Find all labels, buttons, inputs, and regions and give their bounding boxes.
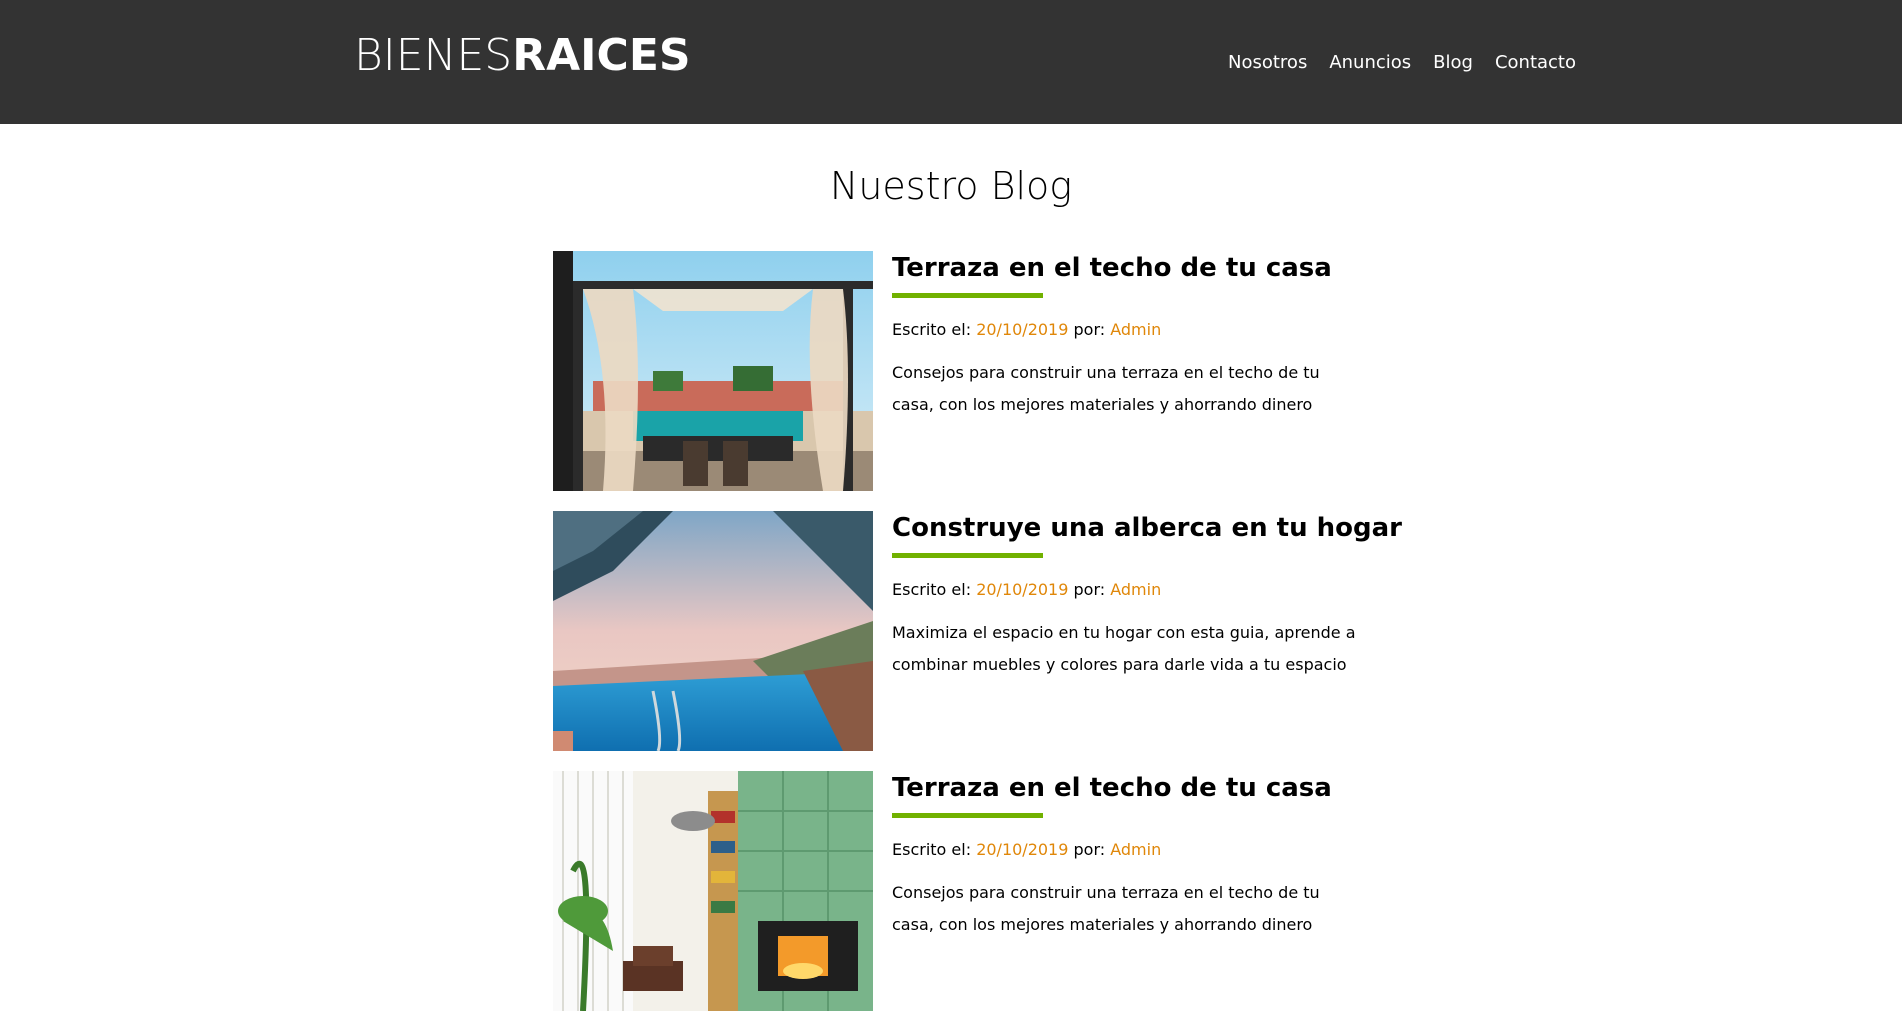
post-author: Admin [1110,840,1162,859]
written-label: Escrito el: [892,840,972,859]
nav-link-nosotros[interactable]: Nosotros [1228,52,1307,73]
post-meta: Escrito el: 20/10/2019 por: Admin [892,320,1362,339]
post-thumbnail-rooftop-terrace[interactable] [553,251,873,491]
nav-link-blog[interactable]: Blog [1433,52,1473,73]
site-logo[interactable]: BIENESRAICES [354,30,691,81]
blog-post: Terraza en el techo de tu casa Escrito e… [553,251,1353,511]
post-title[interactable]: Terraza en el techo de tu casa [892,773,1362,803]
post-content: Construye una alberca en tu hogar Escrit… [892,511,1402,681]
post-author: Admin [1110,580,1162,599]
rooftop-terrace-image [553,251,873,491]
post-thumbnail-infinity-pool[interactable] [553,511,873,751]
title-underline [892,293,1043,298]
post-date: 20/10/2019 [976,840,1069,859]
logo-thin-text: BIENES [354,30,513,81]
post-date: 20/10/2019 [976,580,1069,599]
post-thumbnail-living-room[interactable] [553,771,873,1011]
by-label: por: [1073,320,1106,339]
site-header: BIENESRAICES Nosotros Anuncios Blog Cont… [0,0,1902,124]
nav-link-anuncios[interactable]: Anuncios [1329,52,1411,73]
post-excerpt: Consejos para construir una terraza en e… [892,363,1320,414]
page-title: Nuestro Blog [829,164,1073,208]
logo-bold-text: RAICES [512,30,691,81]
post-meta: Escrito el: 20/10/2019 por: Admin [892,840,1362,859]
title-underline [892,553,1043,558]
post-date: 20/10/2019 [976,320,1069,339]
title-underline [892,813,1043,818]
nav-link-contacto[interactable]: Contacto [1495,52,1576,73]
by-label: por: [1073,840,1106,859]
post-title[interactable]: Construye una alberca en tu hogar [892,513,1402,543]
post-title[interactable]: Terraza en el techo de tu casa [892,253,1362,283]
by-label: por: [1073,580,1106,599]
post-author: Admin [1110,320,1162,339]
post-excerpt: Consejos para construir una terraza en e… [892,883,1320,934]
main-nav: Nosotros Anuncios Blog Contacto [1228,52,1576,73]
written-label: Escrito el: [892,320,972,339]
written-label: Escrito el: [892,580,972,599]
post-excerpt: Maximiza el espacio en tu hogar con esta… [892,623,1356,674]
blog-post: Construye una alberca en tu hogar Escrit… [553,511,1402,771]
post-content: Terraza en el techo de tu casa Escrito e… [892,771,1362,941]
post-meta: Escrito el: 20/10/2019 por: Admin [892,580,1362,599]
blog-post-list: Terraza en el techo de tu casa Escrito e… [553,251,1402,1031]
post-content: Terraza en el techo de tu casa Escrito e… [892,251,1362,421]
living-room-image [553,771,873,1011]
blog-post: Terraza en el techo de tu casa Escrito e… [553,771,1353,1031]
infinity-pool-image [553,511,873,751]
